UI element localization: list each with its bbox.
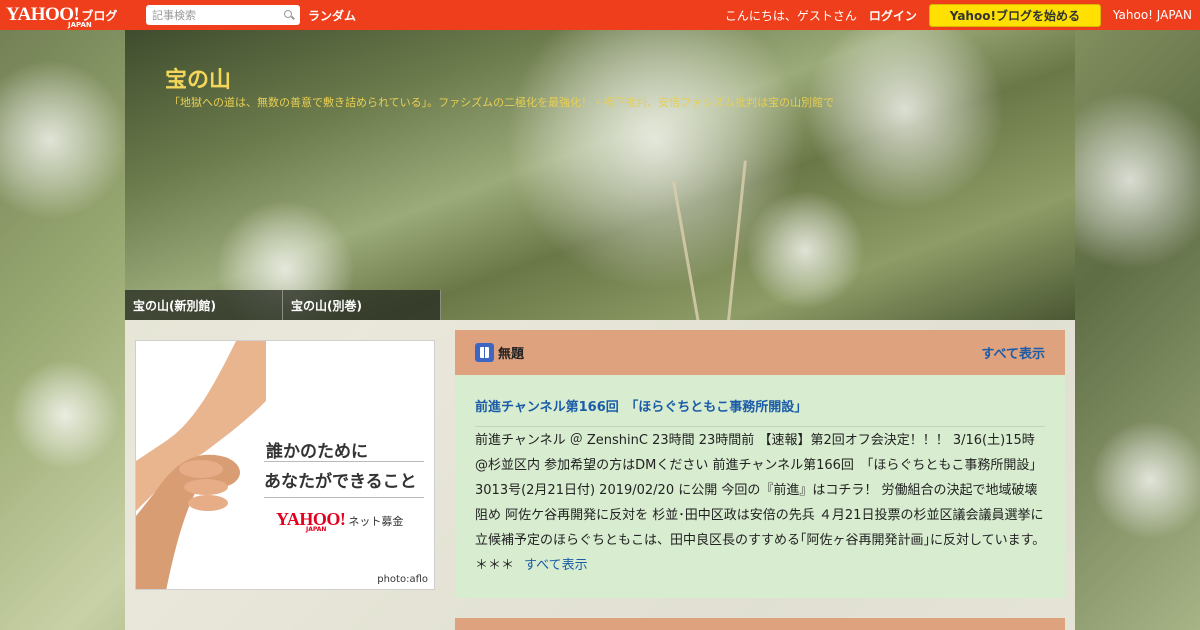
stem-decoration xyxy=(726,160,747,320)
start-blog-button[interactable]: Yahoo!ブログを始める xyxy=(928,3,1101,27)
panel-header: 無題 すべて表示 xyxy=(455,330,1065,375)
ad-headline-1: 誰かのために xyxy=(266,442,368,462)
panel-title: 無題 xyxy=(498,347,525,362)
show-all-link[interactable]: すべて表示 xyxy=(981,343,1045,362)
dandelion-decoration xyxy=(0,60,130,220)
post-title-link[interactable]: 前進チャンネル第166回 「ほらぐちともこ事務所開設」 xyxy=(475,396,807,415)
blog-nav: 宝の山(新別館) 宝の山(別巻) xyxy=(125,290,441,320)
search-icon[interactable] xyxy=(284,10,294,20)
topbar-right: こんにちは、ゲストさん ログイン Yahoo!ブログを始める Yahoo! JA… xyxy=(724,3,1200,27)
post-body: 前進チャンネル ＠ ZenshinC 23時間 23時間前 【速報】第2回オフ会… xyxy=(475,428,1047,578)
ad-divider xyxy=(264,461,424,462)
dandelion-decoration xyxy=(805,30,1005,210)
read-more-link[interactable]: すべて表示 xyxy=(524,558,588,573)
ad-headline-2: あなたができること xyxy=(264,472,417,492)
blog-header: 宝の山 「地獄への道は、無数の善意で敷き詰められている」。ファシズムの二極化を最… xyxy=(125,30,1075,320)
top-bar: YAHOO! ブログ JAPAN ランダム こんにちは、ゲストさん ログイン Y… xyxy=(0,0,1200,30)
holding-hands-image xyxy=(136,341,266,589)
search-box xyxy=(146,5,300,25)
blog-description: 「地獄への道は、無数の善意で敷き詰められている」。ファシズムの二極化を最強化！・… xyxy=(169,96,835,109)
blog-title[interactable]: 宝の山 xyxy=(165,62,231,94)
login-link[interactable]: ログイン xyxy=(869,7,917,24)
dandelion-decoration xyxy=(505,30,805,290)
book-icon xyxy=(475,343,494,362)
ad-logo-sub: ネット募金 xyxy=(348,515,404,528)
search-input[interactable] xyxy=(152,8,284,22)
post-excerpt: 前進チャンネル ＠ ZenshinC 23時間 23時間前 【速報】第2回オフ会… xyxy=(475,433,1046,573)
stem-decoration xyxy=(671,180,702,320)
dandelion-decoration xyxy=(10,360,120,470)
article-panel: 無題 すべて表示 前進チャンネル第166回 「ほらぐちともこ事務所開設」 前進チ… xyxy=(455,330,1065,598)
dandelion-decoration xyxy=(1090,420,1200,540)
ad-banner[interactable]: 誰かのために あなたができること YAHOO! JAPAN ネット募金 phot… xyxy=(135,340,435,590)
photo-credit: photo:aflo xyxy=(377,574,428,585)
yahoo-japan-link[interactable]: Yahoo! JAPAN xyxy=(1113,8,1192,22)
ad-yahoo-logo: YAHOO! JAPAN ネット募金 xyxy=(276,509,404,533)
logo-japan-text: JAPAN xyxy=(68,21,92,29)
next-panel-header xyxy=(455,618,1065,630)
tab-extra-volume[interactable]: 宝の山(別巻) xyxy=(283,290,441,320)
random-link[interactable]: ランダム xyxy=(308,7,356,24)
greeting-text: こんにちは、ゲストさん xyxy=(724,8,857,23)
dandelion-decoration xyxy=(745,190,865,310)
post-divider xyxy=(475,426,1045,427)
tab-new-annex[interactable]: 宝の山(新別館) xyxy=(125,290,283,320)
ad-divider xyxy=(264,497,424,498)
ad-logo-japan: JAPAN xyxy=(306,526,327,533)
yahoo-blog-logo[interactable]: YAHOO! ブログ JAPAN xyxy=(6,4,142,29)
